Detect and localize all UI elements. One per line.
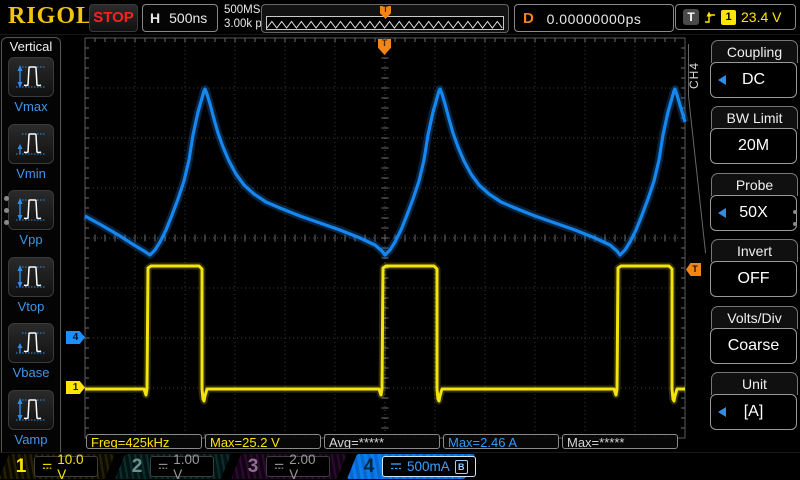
right-softkey-menu: CouplingDC BW Limit20M Probe50X InvertOFF Vo… [706,35,800,455]
left-arrow-icon [718,407,726,417]
softkey-value-bw-limit[interactable]: 20M [710,128,797,164]
delay-readout: D 0.00000000ps [514,4,674,32]
vbase-icon [8,323,54,363]
softkey-value-invert[interactable]: OFF [710,261,797,297]
channel-status-bar: 1 10.0 V 2 1.00 V 3 2.00 V 4 500mA B [0,452,800,480]
measure-item-label: Vtop [6,299,56,314]
softkey-label-volts-div: Volts/Div [711,306,798,329]
trigger-label: T [683,9,699,25]
measure-item-label: Vpp [6,232,56,247]
left-measure-menu: Vertical Vmax Vmin Vpp Vtop Vbase Vamp [0,35,62,455]
measurement-readout-3: Avg=***** [324,434,440,449]
softkey-label-coupling: Coupling [711,40,798,63]
vtop-icon [8,257,54,297]
measurement-readout-4: Max=2.46 A [443,434,559,449]
channel-scale-box: 1.00 V [150,456,214,477]
ch4-ground-marker[interactable]: 4 [66,331,85,344]
rising-edge-icon [704,11,716,23]
trigger-source-badge: 1 [721,10,736,25]
measure-item-label: Vamp [6,432,56,447]
channel-1-button[interactable]: 1 10.0 V [0,454,115,479]
oscilloscope-screen: RIGOL STOP H 500ns 500MSa/s 3.00k pts T … [0,0,800,480]
measure-item-vpp[interactable]: Vpp [6,190,56,247]
dc-coupling-icon [274,462,284,471]
measurement-readout-2: Max=25.2 V [205,434,321,449]
waveform-display [0,0,800,480]
channel-scale-value: 500mA [407,459,450,474]
left-menu-page-dot [4,208,9,213]
delay-value: 0.00000000ps [515,11,673,27]
softkey-label-probe: Probe [711,173,798,196]
channel-3-button[interactable]: 3 2.00 V [231,454,347,479]
channel-number: 3 [248,456,259,478]
measure-item-vtop[interactable]: Vtop [6,257,56,314]
dc-coupling-icon [390,462,402,471]
left-arrow-icon [718,75,726,85]
measurement-readout-1: Freq=425kHz [86,434,202,449]
vmax-icon [8,57,54,97]
softkey-value-probe[interactable]: 50X [710,195,797,231]
trigger-level-marker[interactable]: T [686,263,701,276]
measure-item-label: Vmin [6,166,56,181]
horizontal-timebase-box[interactable]: H 500ns [142,4,218,32]
left-menu-page-dot [4,220,9,225]
trigger-position-marker[interactable]: T [378,39,391,55]
vpp-icon [8,190,54,230]
bw-limit-icon: B [454,460,467,474]
channel-scale-box: 500mA B [382,456,476,477]
measure-item-label: Vbase [6,365,56,380]
channel-scale-value: 1.00 V [173,452,206,480]
channel-scale-box: 2.00 V [266,456,330,477]
timebase-value: 500ns [169,10,207,26]
horizontal-label: H [150,10,160,26]
measure-item-label: Vmax [6,99,56,114]
right-menu-page-dot [793,210,797,214]
channel-2-button[interactable]: 2 1.00 V [115,454,231,479]
channel-scale-box: 10.0 V [34,456,98,477]
run-state-badge[interactable]: STOP [89,4,138,32]
preview-waveform [267,19,503,30]
tab-outline [688,44,689,96]
channel-scale-value: 2.00 V [289,452,322,480]
trigger-readout: T 1 23.4 V [675,4,796,30]
memory-waveform-preview: T [261,4,509,33]
channel-number: 1 [16,456,27,478]
softkey-value-volts-div[interactable]: Coarse [710,328,797,364]
measure-item-vamp[interactable]: Vamp [6,390,56,447]
channel-4-button[interactable]: 4 500mA B [347,454,475,479]
left-menu-page-dot [4,196,9,201]
channel-number: 2 [132,456,143,478]
ch1-ground-marker[interactable]: 1 [66,381,85,394]
channel-number: 4 [364,456,375,478]
measure-item-vmin[interactable]: Vmin [6,124,56,181]
channel-menu-tab: CH4 [687,53,703,97]
softkey-label-bw-limit: BW Limit [711,106,798,129]
measure-item-vbase[interactable]: Vbase [6,323,56,380]
top-status-bar: RIGOL STOP H 500ns 500MSa/s 3.00k pts T … [0,0,800,35]
left-menu-title: Vertical [0,39,62,54]
left-arrow-icon [718,208,726,218]
tab-outline [688,96,706,253]
vamp-icon [8,390,54,430]
dc-coupling-icon [42,462,52,471]
softkey-value-coupling[interactable]: DC [710,62,797,98]
dc-coupling-icon [158,462,168,471]
measure-item-vmax[interactable]: Vmax [6,57,56,114]
channel-scale-value: 10.0 V [57,452,90,480]
softkey-value-unit[interactable]: [A] [710,394,797,430]
vmin-icon [8,124,54,164]
softkey-label-unit: Unit [711,372,798,395]
measurement-readout-5: Max=***** [562,434,678,449]
rigol-logo: RIGOL [8,3,93,30]
right-menu-page-dot [793,222,797,226]
trigger-level-value: 23.4 V [741,9,781,25]
softkey-label-invert: Invert [711,239,798,262]
